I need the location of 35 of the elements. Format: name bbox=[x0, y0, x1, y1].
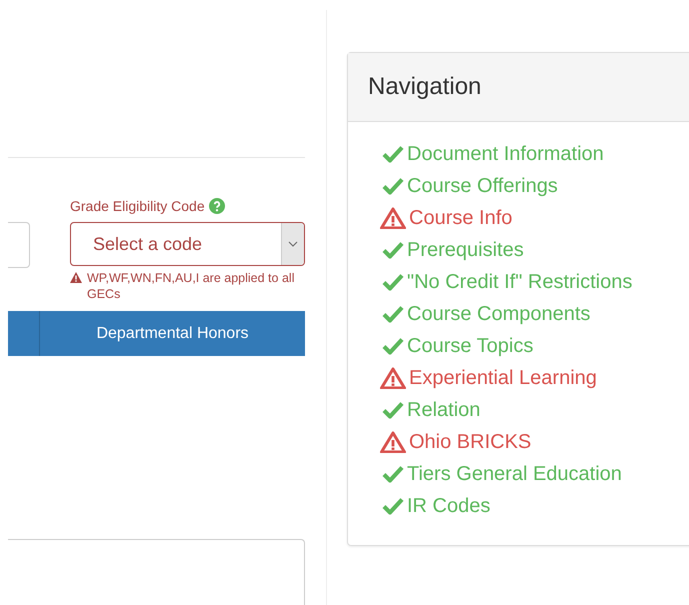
navigation-link[interactable]: Course Info bbox=[409, 206, 512, 230]
check-icon bbox=[382, 465, 404, 483]
panel-title: Navigation bbox=[368, 73, 482, 101]
navigation-link[interactable]: Course Topics bbox=[407, 334, 534, 358]
navigation-link[interactable]: Tiers General Education bbox=[407, 462, 622, 486]
warning-icon bbox=[380, 207, 406, 229]
navigation-link[interactable]: IR Codes bbox=[407, 494, 490, 518]
warning-icon bbox=[380, 431, 406, 453]
field-label: Grade Eligibility Code bbox=[70, 198, 205, 214]
warning-icon bbox=[70, 272, 82, 283]
check-icon bbox=[382, 177, 404, 195]
text-field[interactable] bbox=[8, 222, 30, 268]
check-icon bbox=[382, 273, 404, 291]
navigation-link[interactable]: Relation bbox=[407, 398, 480, 422]
tab-button[interactable]: Departmental Honors bbox=[40, 311, 305, 356]
code-select[interactable]: Select a code bbox=[70, 222, 305, 266]
tab-button[interactable] bbox=[8, 311, 40, 356]
check-icon bbox=[382, 145, 404, 163]
check-icon bbox=[382, 305, 404, 323]
check-icon bbox=[382, 241, 404, 259]
navigation-link[interactable]: "No Credit If" Restrictions bbox=[407, 270, 632, 294]
check-icon bbox=[382, 337, 404, 355]
help-icon[interactable] bbox=[208, 198, 225, 214]
warning-icon bbox=[380, 367, 406, 389]
text-area[interactable] bbox=[8, 539, 305, 605]
error-message: WP,WF,WN,FN,AU,I are applied to all GECs bbox=[87, 270, 296, 302]
navigation-link[interactable]: Ohio BRICKS bbox=[409, 430, 532, 454]
caret-icon bbox=[281, 223, 304, 265]
check-icon bbox=[382, 401, 404, 419]
check-icon bbox=[382, 497, 404, 515]
navigation-link[interactable]: Course Components bbox=[407, 302, 590, 326]
navigation-link[interactable]: Document Information bbox=[407, 142, 604, 166]
navigation-link[interactable]: Prerequisites bbox=[407, 238, 524, 262]
navigation-link[interactable]: Experiential Learning bbox=[409, 366, 597, 390]
navigation-link[interactable]: Course Offerings bbox=[407, 174, 558, 198]
